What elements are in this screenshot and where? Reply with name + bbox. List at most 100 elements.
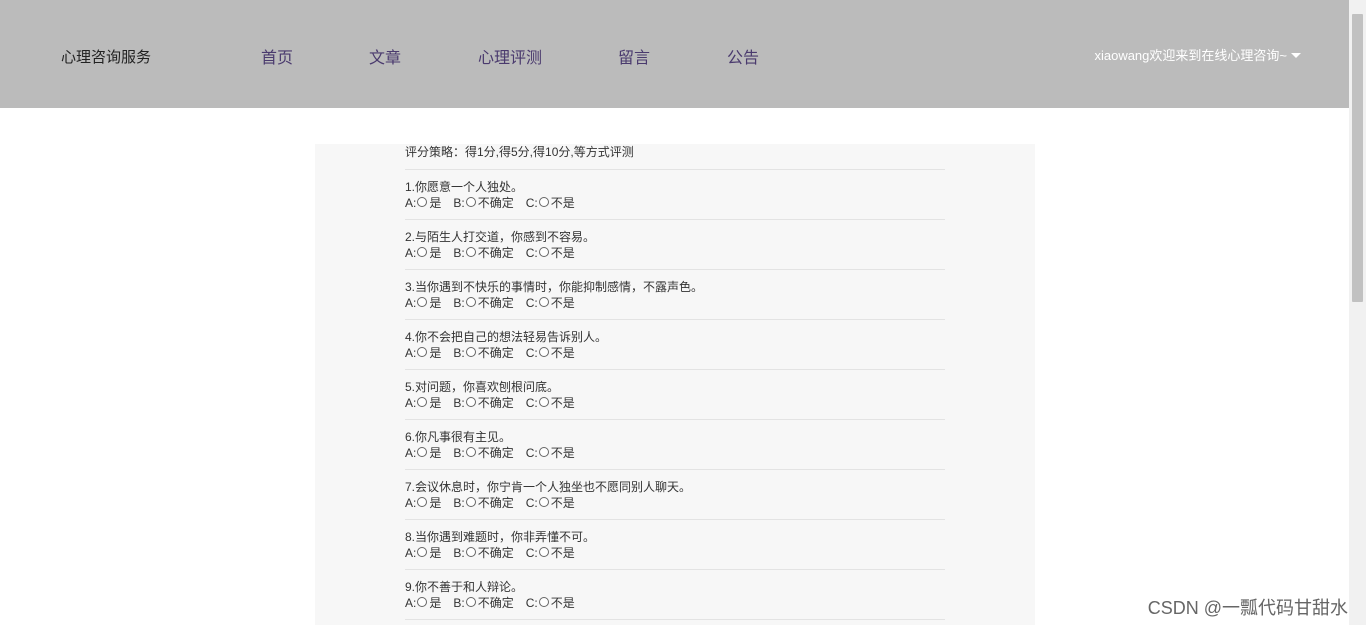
nav-item-home[interactable]: 首页 xyxy=(261,44,293,68)
answer-option[interactable]: B: 不确定 xyxy=(453,445,513,461)
question-text: 4.你不会把自己的想法轻易告诉别人。 xyxy=(405,330,608,344)
answer-option[interactable]: C: 不是 xyxy=(526,545,575,561)
question-text: 7.会议休息时，你宁肯一个人独坐也不愿同别人聊天。 xyxy=(405,480,692,494)
radio-button[interactable] xyxy=(538,196,549,207)
question-item: 9.你不善于和人辩论。 A: 是 B: 不确定 C: 不是 xyxy=(405,570,945,620)
option-prefix: C: xyxy=(525,246,538,260)
option-prefix: B: xyxy=(453,396,465,410)
option-label: 不是 xyxy=(550,196,575,210)
radio-button[interactable] xyxy=(465,446,476,457)
nav-item-articles[interactable]: 文章 xyxy=(369,44,401,68)
radio-button[interactable] xyxy=(465,196,476,207)
answer-option[interactable]: A: 是 xyxy=(405,445,441,461)
option-prefix: B: xyxy=(453,446,465,460)
nav-item-announcements[interactable]: 公告 xyxy=(727,44,759,68)
option-prefix: C: xyxy=(525,196,538,210)
answer-option[interactable]: B: 不确定 xyxy=(453,595,513,611)
user-greeting: xiaowang欢迎来到在线心理咨询~ xyxy=(1094,48,1287,63)
radio-button[interactable] xyxy=(538,346,549,357)
answer-option[interactable]: A: 是 xyxy=(405,495,441,511)
brand-title[interactable]: 心理咨询服务 xyxy=(61,46,151,67)
answer-option[interactable]: A: 是 xyxy=(405,595,441,611)
answer-option[interactable]: B: 不确定 xyxy=(453,395,513,411)
radio-button[interactable] xyxy=(465,396,476,407)
answer-options: A: 是 B: 不确定 C: 不是 xyxy=(405,495,945,511)
answer-option[interactable]: A: 是 xyxy=(405,545,441,561)
answer-option[interactable]: B: 不确定 xyxy=(453,245,513,261)
radio-button[interactable] xyxy=(417,296,428,307)
answer-option[interactable]: A: 是 xyxy=(405,195,441,211)
page-scrollbar[interactable] xyxy=(1349,0,1366,625)
answer-option[interactable]: C: 不是 xyxy=(526,245,575,261)
nav-item-assessment[interactable]: 心理评测 xyxy=(478,44,542,68)
question-text: 1.你愿意一个人独处。 xyxy=(405,180,524,194)
answer-options: A: 是 B: 不确定 C: 不是 xyxy=(405,545,945,561)
answer-option[interactable]: A: 是 xyxy=(405,345,441,361)
option-prefix: C: xyxy=(525,546,538,560)
caret-down-icon xyxy=(1291,53,1301,59)
radio-button[interactable] xyxy=(465,596,476,607)
question-item: 5.对问题，你喜欢刨根问底。 A: 是 B: 不确定 C: 不是 xyxy=(405,370,945,420)
option-label: 不确定 xyxy=(477,496,514,510)
answer-option[interactable]: C: 不是 xyxy=(526,445,575,461)
radio-button[interactable] xyxy=(417,246,428,257)
user-menu-dropdown[interactable]: xiaowang欢迎来到在线心理咨询~ xyxy=(1094,45,1301,64)
radio-button[interactable] xyxy=(417,546,428,557)
radio-button[interactable] xyxy=(417,396,428,407)
radio-button[interactable] xyxy=(538,296,549,307)
option-prefix: C: xyxy=(525,496,538,510)
option-prefix: A: xyxy=(405,496,417,510)
nav-item-messages[interactable]: 留言 xyxy=(618,44,650,68)
answer-option[interactable]: A: 是 xyxy=(405,295,441,311)
radio-button[interactable] xyxy=(417,496,428,507)
answer-options: A: 是 B: 不确定 C: 不是 xyxy=(405,345,945,361)
radio-button[interactable] xyxy=(538,396,549,407)
answer-option[interactable]: B: 不确定 xyxy=(453,545,513,561)
option-prefix: C: xyxy=(525,296,538,310)
radio-button[interactable] xyxy=(465,246,476,257)
radio-button[interactable] xyxy=(417,446,428,457)
radio-button[interactable] xyxy=(465,346,476,357)
radio-button[interactable] xyxy=(538,496,549,507)
option-prefix: C: xyxy=(525,596,538,610)
option-prefix: C: xyxy=(525,396,538,410)
option-label: 是 xyxy=(429,596,442,610)
radio-button[interactable] xyxy=(417,196,428,207)
radio-button[interactable] xyxy=(538,246,549,257)
answer-option[interactable]: C: 不是 xyxy=(526,345,575,361)
option-prefix: B: xyxy=(453,246,465,260)
radio-button[interactable] xyxy=(538,546,549,557)
radio-button[interactable] xyxy=(465,546,476,557)
option-label: 不是 xyxy=(550,546,575,560)
answer-option[interactable]: C: 不是 xyxy=(526,195,575,211)
answer-option[interactable]: C: 不是 xyxy=(526,395,575,411)
option-prefix: A: xyxy=(405,596,417,610)
answer-option[interactable]: C: 不是 xyxy=(526,295,575,311)
option-label: 不确定 xyxy=(477,396,514,410)
answer-option[interactable]: B: 不确定 xyxy=(453,195,513,211)
answer-option[interactable]: C: 不是 xyxy=(526,595,575,611)
answer-option[interactable]: A: 是 xyxy=(405,395,441,411)
radio-button[interactable] xyxy=(538,446,549,457)
question-item: 7.会议休息时，你宁肯一个人独坐也不愿同别人聊天。 A: 是 B: 不确定 C: 不是 xyxy=(405,470,945,520)
option-label: 不确定 xyxy=(477,596,514,610)
radio-button[interactable] xyxy=(538,596,549,607)
question-item: 4.你不会把自己的想法轻易告诉别人。 A: 是 B: 不确定 C: 不是 xyxy=(405,320,945,370)
radio-button[interactable] xyxy=(417,346,428,357)
radio-button[interactable] xyxy=(465,496,476,507)
option-label: 不是 xyxy=(550,296,575,310)
question-text: 9.你不善于和人辩论。 xyxy=(405,580,524,594)
answer-option[interactable]: B: 不确定 xyxy=(453,495,513,511)
radio-button[interactable] xyxy=(465,296,476,307)
option-prefix: C: xyxy=(525,346,538,360)
answer-option[interactable]: A: 是 xyxy=(405,245,441,261)
option-prefix: B: xyxy=(453,496,465,510)
survey-list: 评分策略：得1分,得5分,得10分,等方式评测 1.你愿意一个人独处。 A: 是 B:… xyxy=(405,144,945,620)
answer-option[interactable]: C: 不是 xyxy=(526,495,575,511)
answer-option[interactable]: B: 不确定 xyxy=(453,345,513,361)
radio-button[interactable] xyxy=(417,596,428,607)
option-label: 不确定 xyxy=(477,346,514,360)
scrollbar-thumb[interactable] xyxy=(1352,14,1363,302)
answer-option[interactable]: B: 不确定 xyxy=(453,295,513,311)
option-label: 是 xyxy=(429,496,442,510)
